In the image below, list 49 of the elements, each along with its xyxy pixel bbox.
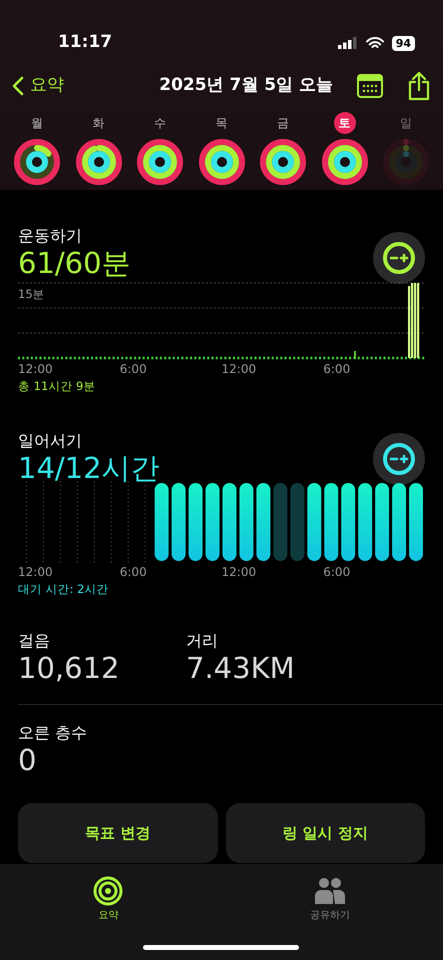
- stat-value: 10,612: [18, 652, 120, 684]
- axis-label: 12:00: [18, 564, 54, 582]
- day-label[interactable]: 목: [210, 112, 232, 134]
- action-button[interactable]: 링 일시 정지: [226, 803, 425, 864]
- stat-label: 걸음: [18, 630, 51, 652]
- share-icon[interactable]: [407, 71, 431, 101]
- axis-label: 12:00: [222, 361, 258, 378]
- stand-value: 14/12시간: [18, 453, 160, 486]
- section-title: 일어서기: [18, 430, 83, 452]
- axis-label: 6:00: [120, 361, 148, 378]
- activity-rings-icon[interactable]: [259, 138, 307, 186]
- activity-rings-icon[interactable]: [13, 138, 61, 186]
- stat-value: 0: [18, 745, 38, 778]
- day-label[interactable]: 금: [272, 112, 294, 134]
- activity-rings-icon[interactable]: [320, 138, 368, 186]
- activity-rings-icon[interactable]: [198, 138, 246, 186]
- signal-icon: [338, 37, 358, 49]
- calendar-icon[interactable]: [357, 74, 383, 98]
- stat-value: 7.43KM: [186, 652, 295, 684]
- stat-label: 거리: [186, 630, 219, 652]
- axis-label: 6:00: [323, 564, 352, 582]
- activity-rings-icon[interactable]: [74, 138, 122, 186]
- status-time: 11:17: [58, 31, 112, 54]
- chevron-icon: [12, 76, 24, 96]
- back-button[interactable]: 요약: [12, 73, 64, 99]
- exercise-goal-button[interactable]: [373, 232, 425, 284]
- stand-goal-button[interactable]: [373, 433, 425, 486]
- exercise-value: 61/60분: [18, 248, 131, 280]
- battery-indicator: 94: [392, 36, 415, 50]
- day-label[interactable]: 화: [88, 112, 110, 134]
- day-label[interactable]: 토: [334, 112, 356, 134]
- day-label[interactable]: 수: [149, 112, 171, 134]
- date-title: 2025년 7월 5일 오늘: [159, 74, 333, 98]
- axis-label: 12:00: [222, 564, 258, 582]
- wifi-icon: [366, 36, 384, 50]
- axis-label: 6:00: [323, 361, 352, 378]
- section-title: 운동하기: [18, 225, 83, 247]
- axis-label: 15분: [18, 286, 45, 303]
- axis-label: 6:00: [120, 564, 148, 582]
- axis-label: 12:00: [18, 361, 54, 378]
- goal-adjust-icon: [382, 442, 416, 476]
- tab-item[interactable]: 공유하기: [310, 876, 350, 923]
- activity-rings-icon[interactable]: [136, 138, 184, 186]
- action-button[interactable]: 목표 변경: [18, 803, 218, 864]
- stat-label: 오른 층수: [18, 722, 88, 744]
- exercise-total: 총 11시간 9분: [18, 378, 96, 395]
- goal-adjust-icon: [382, 241, 416, 275]
- day-label[interactable]: 월: [26, 112, 48, 134]
- stand-footer: 대기 시간: 2시간: [18, 581, 425, 598]
